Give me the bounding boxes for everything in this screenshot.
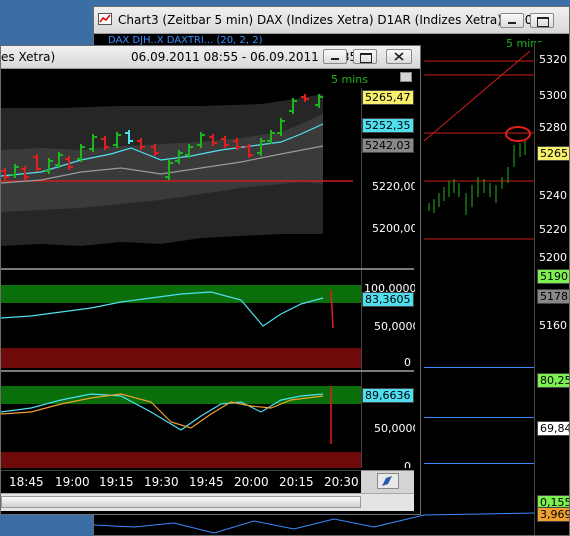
indicator1-pane[interactable] — [1, 270, 361, 370]
indicator2-axis: 89,6636 50,0000 0 — [361, 372, 415, 468]
drawing-tool-button[interactable] — [377, 473, 399, 489]
price-chart — [1, 94, 353, 246]
maximize-icon — [360, 53, 372, 63]
tick-label: 5160 — [539, 319, 567, 332]
scroll-up-button[interactable] — [400, 72, 412, 82]
tick-label: 5200 — [539, 251, 567, 264]
chart-title: es Xetra) — [1, 50, 56, 64]
time-label: 20:30 — [324, 475, 359, 489]
indicator2-tag: 89,6636 — [362, 388, 414, 403]
chart-titlebar[interactable]: es Xetra) 06.09.2011 08:55 - 06.09.2011 … — [1, 46, 420, 69]
time-label: 18:45 — [9, 475, 44, 489]
price-tag: 5178 — [537, 289, 569, 304]
minimize-button[interactable] — [323, 49, 347, 64]
tick-label: 5300 — [539, 89, 567, 102]
scrollbar-thumb[interactable] — [1, 496, 361, 508]
tick-label: 50,0000 — [374, 422, 415, 435]
tick-label: 0 — [404, 356, 411, 369]
chart3-price-axis: 5320 5300 5280 5265,4 5240 5220 5200 519… — [534, 43, 569, 535]
tick-label: 5220 — [539, 223, 567, 236]
price-tag-mid: 5242,03 — [362, 138, 414, 153]
maximize-button[interactable] — [353, 49, 377, 64]
indicator-line — [94, 512, 535, 534]
tick-label: 5220,00 — [372, 180, 415, 193]
indicator-tag: 3,969 — [537, 507, 569, 522]
tick-label: 5240 — [539, 189, 567, 202]
tick-label: 5280 — [539, 121, 567, 134]
time-axis: 18:45 19:00 19:15 19:30 19:45 20:00 20:1… — [1, 470, 361, 493]
close-button[interactable] — [386, 49, 412, 64]
pane-separator[interactable] — [424, 417, 534, 418]
oversold-zone — [1, 348, 361, 368]
back-candles — [428, 141, 526, 215]
pane-separator[interactable] — [424, 463, 534, 464]
price-tag-upper: 5252,35 — [362, 118, 414, 133]
pane-separator[interactable] — [424, 367, 534, 368]
highlight-ellipse — [505, 126, 531, 142]
tick-label: 5200,00 — [372, 222, 415, 235]
pencil-icon — [382, 476, 392, 486]
indicator1-tag: 83,3605 — [362, 292, 414, 307]
price-tag: 5265,4 — [537, 146, 569, 161]
indicator2-chart — [1, 386, 361, 468]
time-label: 20:00 — [234, 475, 269, 489]
indicator2-pane[interactable] — [1, 372, 361, 468]
price-tag-last: 5265,47 — [362, 90, 414, 105]
price-pane[interactable] — [1, 88, 361, 268]
tick-label: 50,0000 — [374, 320, 415, 333]
tick-label: 5320 — [539, 53, 567, 66]
time-label: 19:30 — [144, 475, 179, 489]
indicator1-axis: 100,0000 83,3605 50,0000 0 — [361, 270, 415, 370]
chart-window[interactable]: es Xetra) 06.09.2011 08:55 - 06.09.2011 … — [0, 45, 421, 515]
close-icon — [394, 52, 404, 61]
time-label: 20:15 — [279, 475, 314, 489]
price-axis: 5265,47 5252,35 5242,03 5220,00 5200,00 — [361, 88, 415, 268]
time-label: 19:15 — [99, 475, 134, 489]
price-tag: 5190,3 — [537, 269, 569, 284]
oversold-zone — [1, 452, 361, 468]
indicator-tag: 80,255 — [537, 373, 569, 388]
indicator1-chart — [1, 285, 361, 368]
time-label: 19:00 — [55, 475, 90, 489]
interval-label: 5 mins — [331, 73, 368, 86]
horizontal-scrollbar[interactable] — [1, 493, 414, 511]
tick-label: 0 — [404, 460, 411, 468]
time-label: 19:45 — [189, 475, 224, 489]
minimize-icon — [331, 58, 339, 60]
indicator-tag: 69,849 — [537, 421, 569, 436]
